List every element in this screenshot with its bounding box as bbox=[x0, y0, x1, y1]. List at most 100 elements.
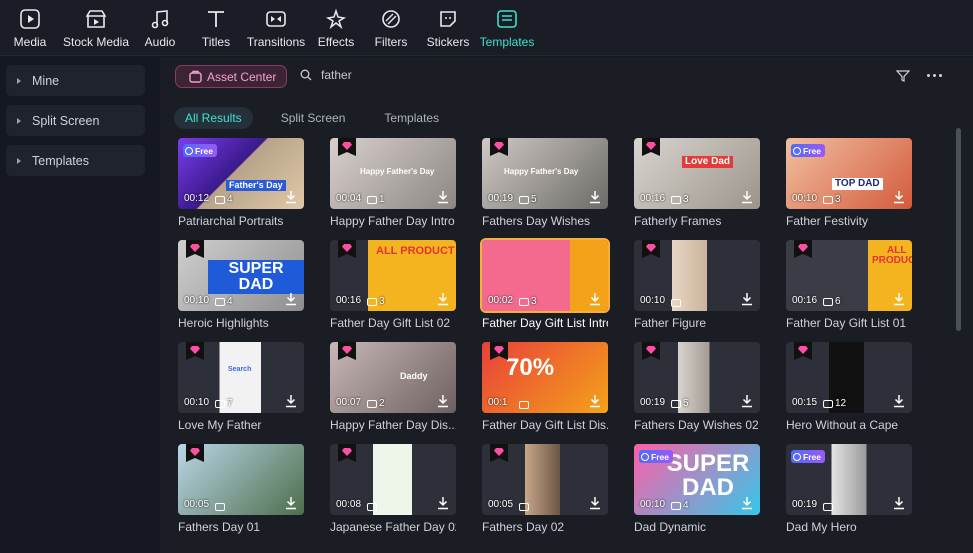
premium-gem-icon bbox=[490, 444, 508, 462]
template-title: Dad Dynamic bbox=[634, 520, 707, 534]
tab-effects[interactable]: Effects bbox=[318, 0, 354, 56]
download-icon[interactable] bbox=[892, 496, 906, 510]
thumbnail-overlay-text: Daddy bbox=[400, 371, 428, 381]
download-icon[interactable] bbox=[284, 292, 298, 306]
download-icon[interactable] bbox=[740, 190, 754, 204]
download-icon[interactable] bbox=[740, 292, 754, 306]
clip-count-icon bbox=[519, 195, 529, 204]
scrollbar[interactable] bbox=[956, 128, 961, 331]
download-icon[interactable] bbox=[284, 190, 298, 204]
free-badge-icon bbox=[185, 146, 193, 155]
download-icon[interactable] bbox=[588, 394, 602, 408]
clip-count-value: 12 bbox=[835, 398, 847, 409]
tab-all-results[interactable]: All Results bbox=[174, 107, 253, 129]
download-icon[interactable] bbox=[436, 190, 450, 204]
download-icon[interactable] bbox=[284, 394, 298, 408]
free-badge: Free bbox=[791, 144, 825, 157]
thumbnail-overlay-text: TOP DAD bbox=[832, 178, 883, 190]
template-thumbnail[interactable]: ALL PRODUCT 00:16 6 bbox=[786, 240, 912, 311]
template-title: Japanese Father Day 02 bbox=[330, 520, 456, 534]
tab-titles[interactable]: Titles bbox=[199, 0, 233, 56]
clip-count-value: 1 bbox=[379, 194, 385, 205]
template-card[interactable]: 00:08 Japanese Father Day 02 bbox=[330, 444, 456, 534]
template-card[interactable]: 00:05 Fathers Day 02 bbox=[482, 444, 608, 534]
template-card[interactable]: SUPER DAD Free 00:10 4 Dad Dynamic bbox=[634, 444, 760, 534]
download-icon[interactable] bbox=[892, 292, 906, 306]
download-icon[interactable] bbox=[588, 496, 602, 510]
download-icon[interactable] bbox=[436, 292, 450, 306]
sidebar-item-mine[interactable]: Mine bbox=[6, 65, 145, 96]
template-duration: 00:16 bbox=[792, 295, 818, 306]
template-thumbnail[interactable]: Search 00:10 7 bbox=[178, 342, 304, 413]
template-card[interactable]: 70% 00:1 Father Day Gift List Dis... bbox=[482, 342, 608, 432]
download-icon[interactable] bbox=[740, 394, 754, 408]
template-thumbnail[interactable]: TOP DAD Free 00:10 3 bbox=[786, 138, 912, 209]
clip-count-icon bbox=[823, 503, 833, 511]
template-card[interactable]: TOP DAD Free 00:10 3 Father Festivity bbox=[786, 138, 912, 228]
template-card[interactable]: Love Dad 00:16 3 Fatherly Frames bbox=[634, 138, 760, 228]
clip-count-value: 4 bbox=[227, 296, 233, 307]
template-card[interactable]: 00:02 3 Father Day Gift List Intro bbox=[480, 238, 610, 330]
tab-templates-filter[interactable]: Templates bbox=[373, 107, 450, 129]
download-icon[interactable] bbox=[284, 496, 298, 510]
download-icon[interactable] bbox=[740, 496, 754, 510]
template-thumbnail[interactable]: 00:05 bbox=[482, 444, 608, 515]
tab-audio[interactable]: Audio bbox=[143, 0, 177, 56]
tab-split-screen[interactable]: Split Screen bbox=[270, 107, 357, 129]
template-card[interactable]: Free 00:19 Dad My Hero bbox=[786, 444, 912, 534]
tab-filters[interactable]: Filters bbox=[374, 0, 408, 56]
download-icon[interactable] bbox=[588, 292, 602, 306]
more-options-icon[interactable] bbox=[927, 74, 942, 77]
search-input[interactable] bbox=[321, 68, 521, 82]
asset-center-button[interactable]: Asset Center bbox=[175, 65, 287, 88]
template-card[interactable]: ALL PRODUCT 00:16 3 Father Day Gift List 02 bbox=[330, 240, 456, 330]
clip-count-icon bbox=[519, 401, 529, 409]
clip-count-icon bbox=[671, 399, 681, 408]
tab-templates[interactable]: Templates bbox=[480, 0, 534, 56]
template-thumbnail[interactable]: Free 00:19 bbox=[786, 444, 912, 515]
template-thumbnail[interactable]: 00:02 3 bbox=[480, 238, 610, 313]
template-thumbnail[interactable]: SUPER DAD Free 00:10 4 bbox=[634, 444, 760, 515]
template-thumbnail[interactable]: 00:10 bbox=[634, 240, 760, 311]
tab-stock-media[interactable]: Stock Media bbox=[62, 0, 130, 56]
clip-count-icon bbox=[367, 503, 377, 511]
template-thumbnail[interactable]: Love Dad 00:16 3 bbox=[634, 138, 760, 209]
template-card[interactable]: Happy Father's Day 00:04 1 Happy Father Day… bbox=[330, 138, 456, 228]
tab-media[interactable]: Media bbox=[13, 0, 47, 56]
template-thumbnail[interactable]: Daddy 00:07 2 bbox=[330, 342, 456, 413]
tab-stickers[interactable]: Stickers bbox=[427, 0, 469, 56]
template-thumbnail[interactable]: 00:15 12 bbox=[786, 342, 912, 413]
template-card[interactable]: Happy Father's Day 00:19 5 Fathers Day Wish… bbox=[482, 138, 608, 228]
download-icon[interactable] bbox=[892, 190, 906, 204]
clip-count: 5 bbox=[671, 398, 689, 409]
template-thumbnail[interactable]: 00:19 5 bbox=[634, 342, 760, 413]
template-thumbnail[interactable]: Happy Father's Day 00:04 1 bbox=[330, 138, 456, 209]
template-card[interactable]: 00:05 Fathers Day 01 bbox=[178, 444, 304, 534]
template-card[interactable]: Search 00:10 7 Love My Father bbox=[178, 342, 304, 432]
template-thumbnail[interactable]: 00:05 bbox=[178, 444, 304, 515]
template-thumbnail[interactable]: 70% 00:1 bbox=[482, 342, 608, 413]
template-thumbnail[interactable]: ALL PRODUCT 00:16 3 bbox=[330, 240, 456, 311]
tab-transitions[interactable]: Transitions bbox=[246, 0, 306, 56]
download-icon[interactable] bbox=[436, 394, 450, 408]
thumbnail-overlay-text: ALL PRODUCT bbox=[376, 245, 455, 257]
free-badge: Free bbox=[791, 450, 825, 463]
template-card[interactable]: SUPER DAD 00:10 4 Heroic Highlights bbox=[178, 240, 304, 330]
template-card[interactable]: ALL PRODUCT 00:16 6 Father Day Gift List 01 bbox=[786, 240, 912, 330]
template-card[interactable]: Father's Day Free 00:12 4 Patriarchal Portra… bbox=[178, 138, 304, 228]
template-card[interactable]: 00:10 Father Figure bbox=[634, 240, 760, 330]
template-thumbnail[interactable]: Happy Father's Day 00:19 5 bbox=[482, 138, 608, 209]
template-duration: 00:08 bbox=[336, 499, 362, 510]
filter-icon[interactable] bbox=[896, 69, 910, 83]
download-icon[interactable] bbox=[892, 394, 906, 408]
sidebar-item-templates[interactable]: Templates bbox=[6, 145, 145, 176]
template-thumbnail[interactable]: Father's Day Free 00:12 4 bbox=[178, 138, 304, 209]
template-thumbnail[interactable]: 00:08 bbox=[330, 444, 456, 515]
download-icon[interactable] bbox=[588, 190, 602, 204]
template-card[interactable]: 00:15 12 Hero Without a Cape bbox=[786, 342, 912, 432]
template-card[interactable]: 00:19 5 Fathers Day Wishes 02 bbox=[634, 342, 760, 432]
sidebar-item-split-screen[interactable]: Split Screen bbox=[6, 105, 145, 136]
download-icon[interactable] bbox=[436, 496, 450, 510]
template-card[interactable]: Daddy 00:07 2 Happy Father Day Dis... bbox=[330, 342, 456, 432]
template-thumbnail[interactable]: SUPER DAD 00:10 4 bbox=[178, 240, 304, 311]
